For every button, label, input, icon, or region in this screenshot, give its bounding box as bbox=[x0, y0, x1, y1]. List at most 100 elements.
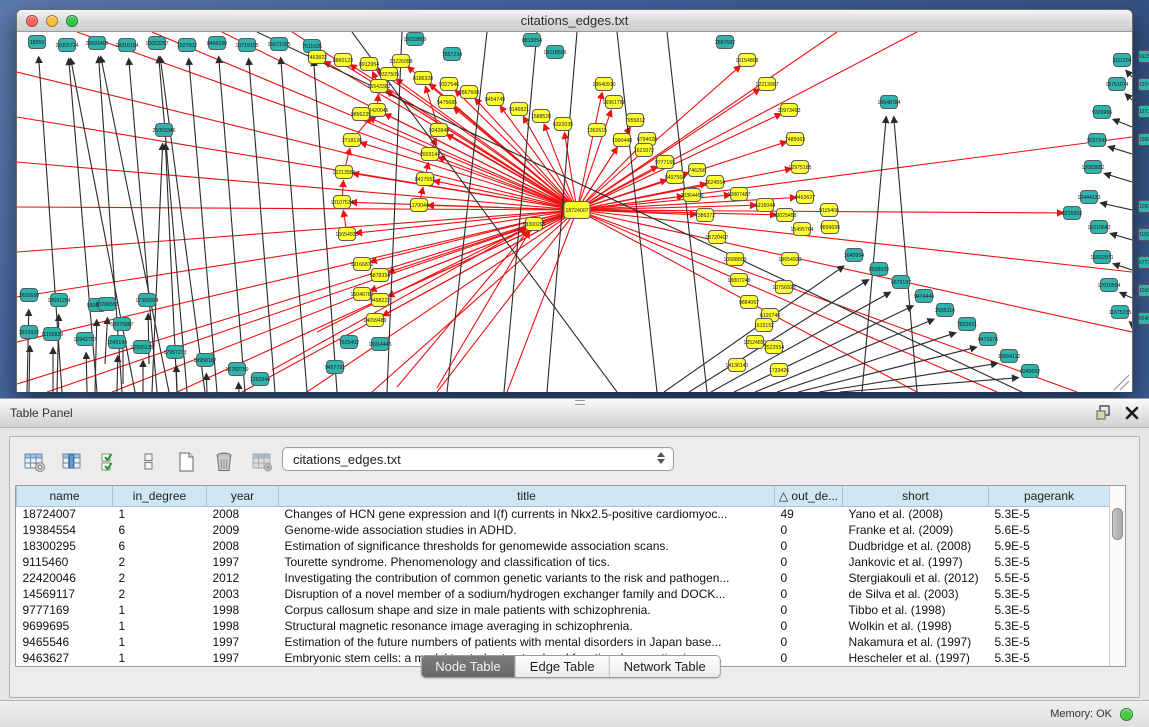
graph-node[interactable]: 18591254 bbox=[47, 294, 70, 307]
table-cell[interactable]: 0 bbox=[775, 650, 843, 666]
graph-node[interactable]: 17957273 bbox=[163, 346, 186, 359]
table-cell[interactable]: 0 bbox=[775, 554, 843, 570]
graph-node[interactable]: 2620650 bbox=[19, 289, 39, 302]
graph-edge[interactable] bbox=[862, 117, 886, 392]
show-column-icon[interactable] bbox=[60, 449, 86, 475]
graph-node[interactable]: 19166872 bbox=[350, 258, 373, 271]
graph-node[interactable]: 16154808 bbox=[735, 54, 758, 67]
graph-node[interactable]: 11675335 bbox=[1109, 306, 1132, 319]
table-cell[interactable]: 5.3E-5 bbox=[989, 602, 1110, 618]
graph-node[interactable]: 8938923 bbox=[869, 263, 889, 276]
graph-edge[interactable] bbox=[1105, 174, 1132, 182]
graph-edge[interactable] bbox=[242, 210, 577, 392]
table-row[interactable]: 911546021997Tourette syndrome. Phenomeno… bbox=[17, 554, 1110, 570]
table-cell[interactable]: 0 bbox=[775, 618, 843, 634]
graph-node[interactable]: 2603144 bbox=[420, 148, 440, 161]
table-cell[interactable]: 5.3E-5 bbox=[989, 506, 1110, 522]
graph-edge[interactable] bbox=[249, 59, 275, 392]
graph-edge[interactable] bbox=[17, 117, 577, 210]
scrollbar-thumb[interactable] bbox=[1112, 508, 1123, 540]
graph-node[interactable]: 2867608 bbox=[459, 86, 479, 99]
column-header[interactable]: name bbox=[17, 486, 113, 506]
table-row[interactable]: 1456911722003Disruption of a novel membe… bbox=[17, 586, 1110, 602]
graph-node[interactable]: 8466160 bbox=[207, 37, 227, 50]
graph-node[interactable]: 7485063 bbox=[785, 133, 805, 146]
graph-node[interactable]: 11156839 bbox=[41, 328, 63, 341]
graph-node[interactable]: 10025458 bbox=[773, 209, 796, 222]
graph-node[interactable]: 9329966 bbox=[1092, 106, 1112, 119]
table-cell[interactable]: 6 bbox=[113, 538, 207, 554]
graph-node[interactable]: 18300295 bbox=[522, 218, 545, 231]
graph-node[interactable]: 9896235 bbox=[351, 108, 371, 121]
graph-node[interactable]: 1990448 bbox=[612, 134, 632, 147]
graph-node[interactable]: 7386372 bbox=[695, 209, 715, 222]
background-window-node[interactable]: 11693 bbox=[1138, 228, 1149, 241]
graph-node[interactable]: 21053346 bbox=[152, 124, 175, 137]
graph-node[interactable]: 17016504 bbox=[1097, 279, 1120, 292]
graph-node[interactable]: 20206556 bbox=[95, 298, 118, 311]
delete-column-icon-disabled[interactable] bbox=[250, 449, 276, 475]
table-cell[interactable]: 9777169 bbox=[17, 602, 113, 618]
new-table-icon[interactable] bbox=[174, 449, 200, 475]
background-window-node[interactable]: 10160 bbox=[1138, 284, 1149, 297]
table-cell[interactable]: 22420046 bbox=[17, 570, 113, 586]
network-view-window[interactable]: citations_edges.txt 18650210557242069140… bbox=[16, 9, 1133, 392]
graph-node[interactable]: 1545194 bbox=[107, 336, 127, 349]
row-height-icon[interactable] bbox=[136, 449, 162, 475]
table-cell[interactable]: 9699695 bbox=[17, 618, 113, 634]
graph-edge[interactable] bbox=[504, 32, 537, 392]
graph-edge[interactable] bbox=[206, 374, 207, 392]
table-cell[interactable]: 5.3E-5 bbox=[989, 586, 1110, 602]
background-window-node[interactable]: 12744 bbox=[1138, 78, 1149, 91]
table-cell[interactable]: 1997 bbox=[207, 650, 279, 666]
graph-edge[interactable] bbox=[272, 228, 526, 370]
graph-node[interactable]: 20691406 bbox=[85, 37, 108, 50]
graph-node[interactable]: 7625402 bbox=[339, 336, 359, 349]
graph-edge[interactable] bbox=[1126, 71, 1132, 77]
graph-node[interactable]: 1640954 bbox=[844, 249, 864, 262]
graph-edge[interactable] bbox=[577, 210, 1077, 392]
tab-network-table[interactable]: Network Table bbox=[609, 656, 720, 677]
table-cell[interactable]: 9463627 bbox=[17, 650, 113, 666]
graph-node[interactable]: 7955812 bbox=[625, 114, 645, 127]
table-cell[interactable]: 1 bbox=[113, 602, 207, 618]
graph-node[interactable]: 12444133 bbox=[1077, 191, 1100, 204]
table-cell[interactable]: 6 bbox=[113, 522, 207, 538]
table-cell[interactable]: 5.3E-5 bbox=[989, 650, 1110, 666]
graph-node[interactable]: 16648784 bbox=[877, 96, 900, 109]
graph-node[interactable]: 15495764 bbox=[790, 223, 813, 236]
graph-edge[interactable] bbox=[664, 266, 844, 392]
table-cell[interactable]: 2 bbox=[113, 554, 207, 570]
graph-node[interactable]: 5878334 bbox=[370, 269, 390, 282]
tab-edge-table[interactable]: Edge Table bbox=[515, 656, 609, 677]
graph-hub-node[interactable]: 18724007 bbox=[564, 202, 590, 219]
table-cell[interactable]: 5.3E-5 bbox=[989, 634, 1110, 650]
graph-node[interactable]: 16914446 bbox=[368, 338, 391, 351]
table-cell[interactable]: 5.9E-5 bbox=[989, 538, 1110, 554]
close-panel-icon[interactable] bbox=[1125, 406, 1139, 420]
table-cell[interactable]: 0 bbox=[775, 538, 843, 554]
graph-node[interactable]: 19218506 bbox=[543, 46, 566, 59]
graph-node[interactable]: 18807249 bbox=[727, 274, 750, 287]
graph-node[interactable]: 9115460 bbox=[819, 204, 839, 217]
table-cell[interactable]: Tourette syndrome. Phenomenology and cla… bbox=[279, 554, 775, 570]
table-cell[interactable]: Tibbo et al. (1998) bbox=[843, 602, 989, 618]
table-cell[interactable]: 1 bbox=[113, 650, 207, 666]
background-window-node[interactable]: 12733 bbox=[1138, 105, 1149, 118]
graph-node[interactable]: 2887682 bbox=[715, 36, 735, 49]
graph-node[interactable]: 1292344 bbox=[250, 373, 270, 386]
table-cell[interactable]: 1997 bbox=[207, 634, 279, 650]
background-window-node[interactable]: 9115 bbox=[1138, 50, 1149, 63]
table-cell[interactable]: Nakamura et al. (1997) bbox=[843, 634, 989, 650]
graph-node[interactable]: 18650 bbox=[29, 36, 46, 49]
table-cell[interactable]: 18300295 bbox=[17, 538, 113, 554]
table-cell[interactable]: Yano et al. (2008) bbox=[843, 506, 989, 522]
graph-node[interactable]: 12093852 bbox=[1081, 161, 1104, 174]
graph-edge[interactable] bbox=[148, 314, 149, 364]
graph-node[interactable]: 12975185 bbox=[788, 161, 811, 174]
graph-node[interactable]: 18316104 bbox=[115, 39, 138, 52]
table-cell[interactable]: 0 bbox=[775, 602, 843, 618]
table-cell[interactable]: 1998 bbox=[207, 602, 279, 618]
graph-node[interactable]: 9884067 bbox=[739, 296, 759, 309]
column-header[interactable]: △ out_de... bbox=[775, 486, 843, 506]
